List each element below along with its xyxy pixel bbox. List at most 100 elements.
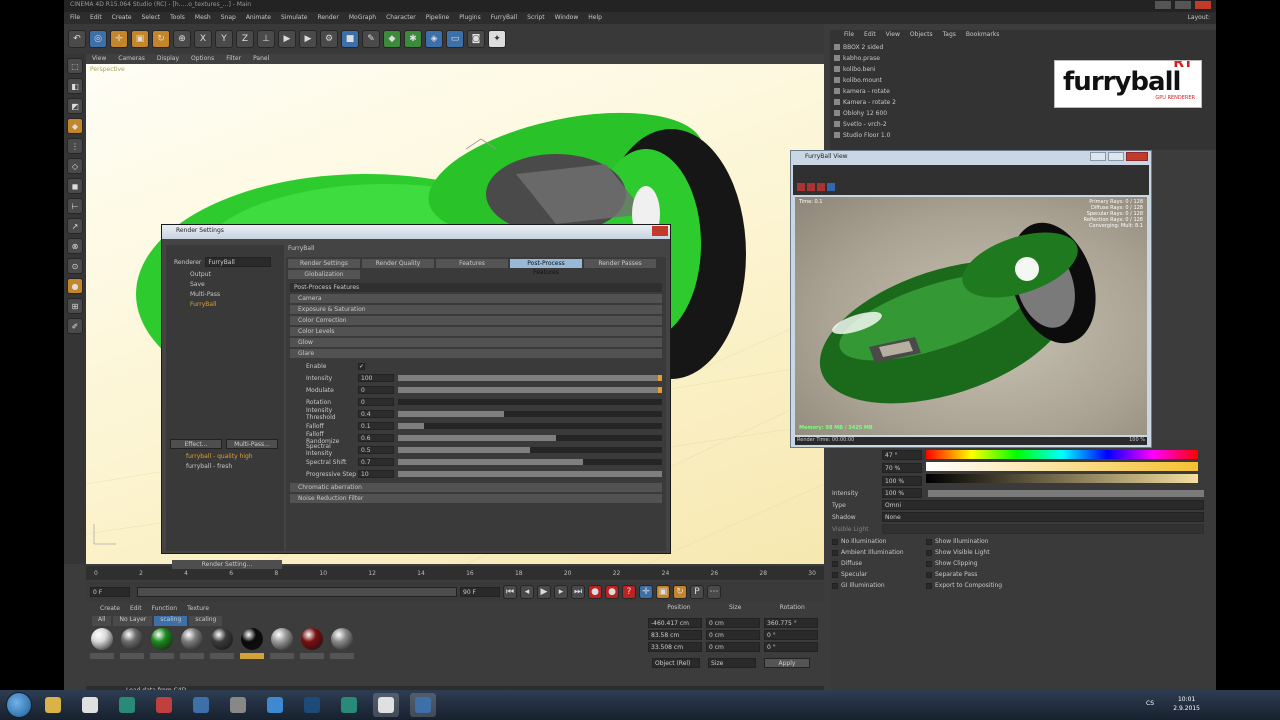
menu-item-select[interactable]: Select [142, 14, 161, 22]
minimize-button[interactable] [1154, 0, 1172, 10]
param-slider[interactable] [398, 375, 662, 381]
keyframe-selection-icon[interactable]: ? [622, 585, 636, 599]
menu-item-create[interactable]: Create [112, 14, 132, 22]
param-value-field[interactable]: 0 [358, 386, 394, 394]
play-icon[interactable]: ▶ [537, 585, 551, 599]
render-picture-viewer-icon[interactable]: ▶ [299, 30, 317, 48]
material-menu-create[interactable]: Create [100, 605, 120, 613]
render-tab[interactable]: Render Settings [288, 259, 360, 268]
menu-item-help[interactable]: Help [588, 14, 602, 22]
paint-icon[interactable]: ✐ [67, 318, 83, 334]
viewport-menu-view[interactable]: View [92, 55, 106, 63]
taskbar-chrome-icon[interactable] [77, 693, 103, 717]
make-editable-icon[interactable]: ⬚ [67, 58, 83, 74]
param-key-icon[interactable]: P [690, 585, 704, 599]
coord-field[interactable]: 0 ° [764, 642, 818, 652]
menu-item-pipeline[interactable]: Pipeline [426, 14, 449, 22]
menu-item-window[interactable]: Window [555, 14, 579, 22]
tweak-icon[interactable]: ↗ [67, 218, 83, 234]
render-tree-item[interactable]: Multi-Pass [170, 291, 280, 301]
material-item[interactable] [300, 628, 324, 664]
light-option[interactable]: No Illumination [832, 536, 922, 547]
pen-icon[interactable]: ✎ [362, 30, 380, 48]
x-axis-icon[interactable]: X [194, 30, 212, 48]
coord-field[interactable]: 360.775 ° [764, 618, 818, 628]
fbv-maximize-button[interactable] [1108, 152, 1124, 161]
edges-mode-icon[interactable]: ◇ [67, 158, 83, 174]
goto-end-icon[interactable]: ⏭ [571, 585, 585, 599]
param-slider[interactable] [398, 435, 662, 441]
taskbar-explorer-icon[interactable] [40, 693, 66, 717]
coord-system-icon[interactable]: ⊥ [257, 30, 275, 48]
hue-slider[interactable] [926, 450, 1198, 459]
render-view-icon[interactable]: ▶ [278, 30, 296, 48]
param-value-field[interactable]: 0.7 [358, 458, 394, 466]
param-value-field[interactable]: 0.6 [358, 434, 394, 442]
saturation-slider[interactable] [926, 462, 1198, 471]
section-header[interactable]: Camera [290, 294, 662, 303]
render-preset-item[interactable]: furryball - quality high [170, 453, 280, 463]
light-option[interactable]: Show Clipping [926, 558, 1026, 569]
param-value-field[interactable]: 0.5 [358, 446, 394, 454]
coord-field[interactable]: -460.417 cm [648, 618, 702, 628]
goto-start-icon[interactable]: ⏮ [503, 585, 517, 599]
end-frame-field[interactable]: 90 F [460, 587, 500, 597]
render-tab[interactable]: Post-Process Features [510, 259, 582, 276]
axis-mode-icon[interactable]: ⊢ [67, 198, 83, 214]
material-menu-function[interactable]: Function [152, 605, 178, 613]
menu-item-file[interactable]: File [70, 14, 80, 22]
object-row[interactable]: Oblohy 12 600 [834, 108, 994, 118]
saturation-field[interactable]: 70 % [882, 463, 922, 473]
render-setting-button[interactable]: Render Setting... [172, 560, 282, 569]
menu-item-character[interactable]: Character [386, 14, 416, 22]
param-slider[interactable] [398, 423, 662, 429]
option-checkbox[interactable] [926, 571, 932, 578]
taskbar-tools-icon[interactable] [225, 693, 251, 717]
value-field[interactable]: 100 % [882, 476, 922, 486]
param-value-field[interactable]: 100 [358, 374, 394, 382]
render-tree-item[interactable]: Output [170, 271, 280, 281]
close-button[interactable] [1194, 0, 1212, 10]
menu-item-animate[interactable]: Animate [246, 14, 271, 22]
taskbar-game-icon[interactable] [151, 693, 177, 717]
furryball-render-image[interactable]: Time: 0.1 Primary Rays: 0 / 128 Diffuse R… [795, 197, 1147, 435]
viewport-menu-panel[interactable]: Panel [253, 55, 269, 63]
light-option[interactable]: Show Visible Light [926, 547, 1026, 558]
material-item[interactable] [330, 628, 354, 664]
param-slider[interactable] [398, 471, 662, 477]
material-item[interactable] [90, 628, 114, 664]
maximize-button[interactable] [1174, 0, 1192, 10]
param-slider[interactable] [398, 411, 662, 417]
visible-light-select[interactable] [882, 524, 1204, 534]
taskbar-save-icon[interactable] [188, 693, 214, 717]
sculpt-icon[interactable]: ● [67, 278, 83, 294]
coord-field[interactable]: 33.508 cm [648, 642, 702, 652]
position-key-icon[interactable]: ✛ [639, 585, 653, 599]
current-frame-field[interactable]: 0 F [90, 587, 130, 597]
taskbar-cinema4d-icon[interactable] [410, 693, 436, 717]
render-settings-close-button[interactable] [652, 226, 668, 236]
render-preset-item[interactable]: furryball - fresh [170, 463, 280, 473]
coord-field[interactable]: 0 cm [706, 642, 760, 652]
language-indicator[interactable]: CS [1146, 700, 1154, 707]
shadow-select[interactable]: None [882, 512, 1204, 522]
menu-item-simulate[interactable]: Simulate [281, 14, 308, 22]
rotation-key-icon[interactable]: ↻ [673, 585, 687, 599]
menu-item-tools[interactable]: Tools [170, 14, 185, 22]
material-tab[interactable]: All [92, 616, 112, 626]
option-checkbox[interactable] [832, 538, 838, 545]
z-axis-icon[interactable]: Z [236, 30, 254, 48]
workplane-icon[interactable]: ◆ [67, 118, 83, 134]
menu-item-script[interactable]: Script [527, 14, 544, 22]
param-value-field[interactable]: 10 [358, 470, 394, 478]
render-tree-item[interactable]: Save [170, 281, 280, 291]
menu-item-mesh[interactable]: Mesh [195, 14, 211, 22]
recent-tool-icon[interactable]: ⊕ [173, 30, 191, 48]
param-slider[interactable] [398, 447, 662, 453]
param-value-field[interactable]: 0.4 [358, 410, 394, 418]
lock-icon[interactable]: ⊙ [67, 258, 83, 274]
taskbar-sourcetree-icon[interactable] [114, 693, 140, 717]
coord-field[interactable]: 83.58 cm [648, 630, 702, 640]
array-icon[interactable]: ✱ [404, 30, 422, 48]
scale-icon[interactable]: ▣ [131, 30, 149, 48]
